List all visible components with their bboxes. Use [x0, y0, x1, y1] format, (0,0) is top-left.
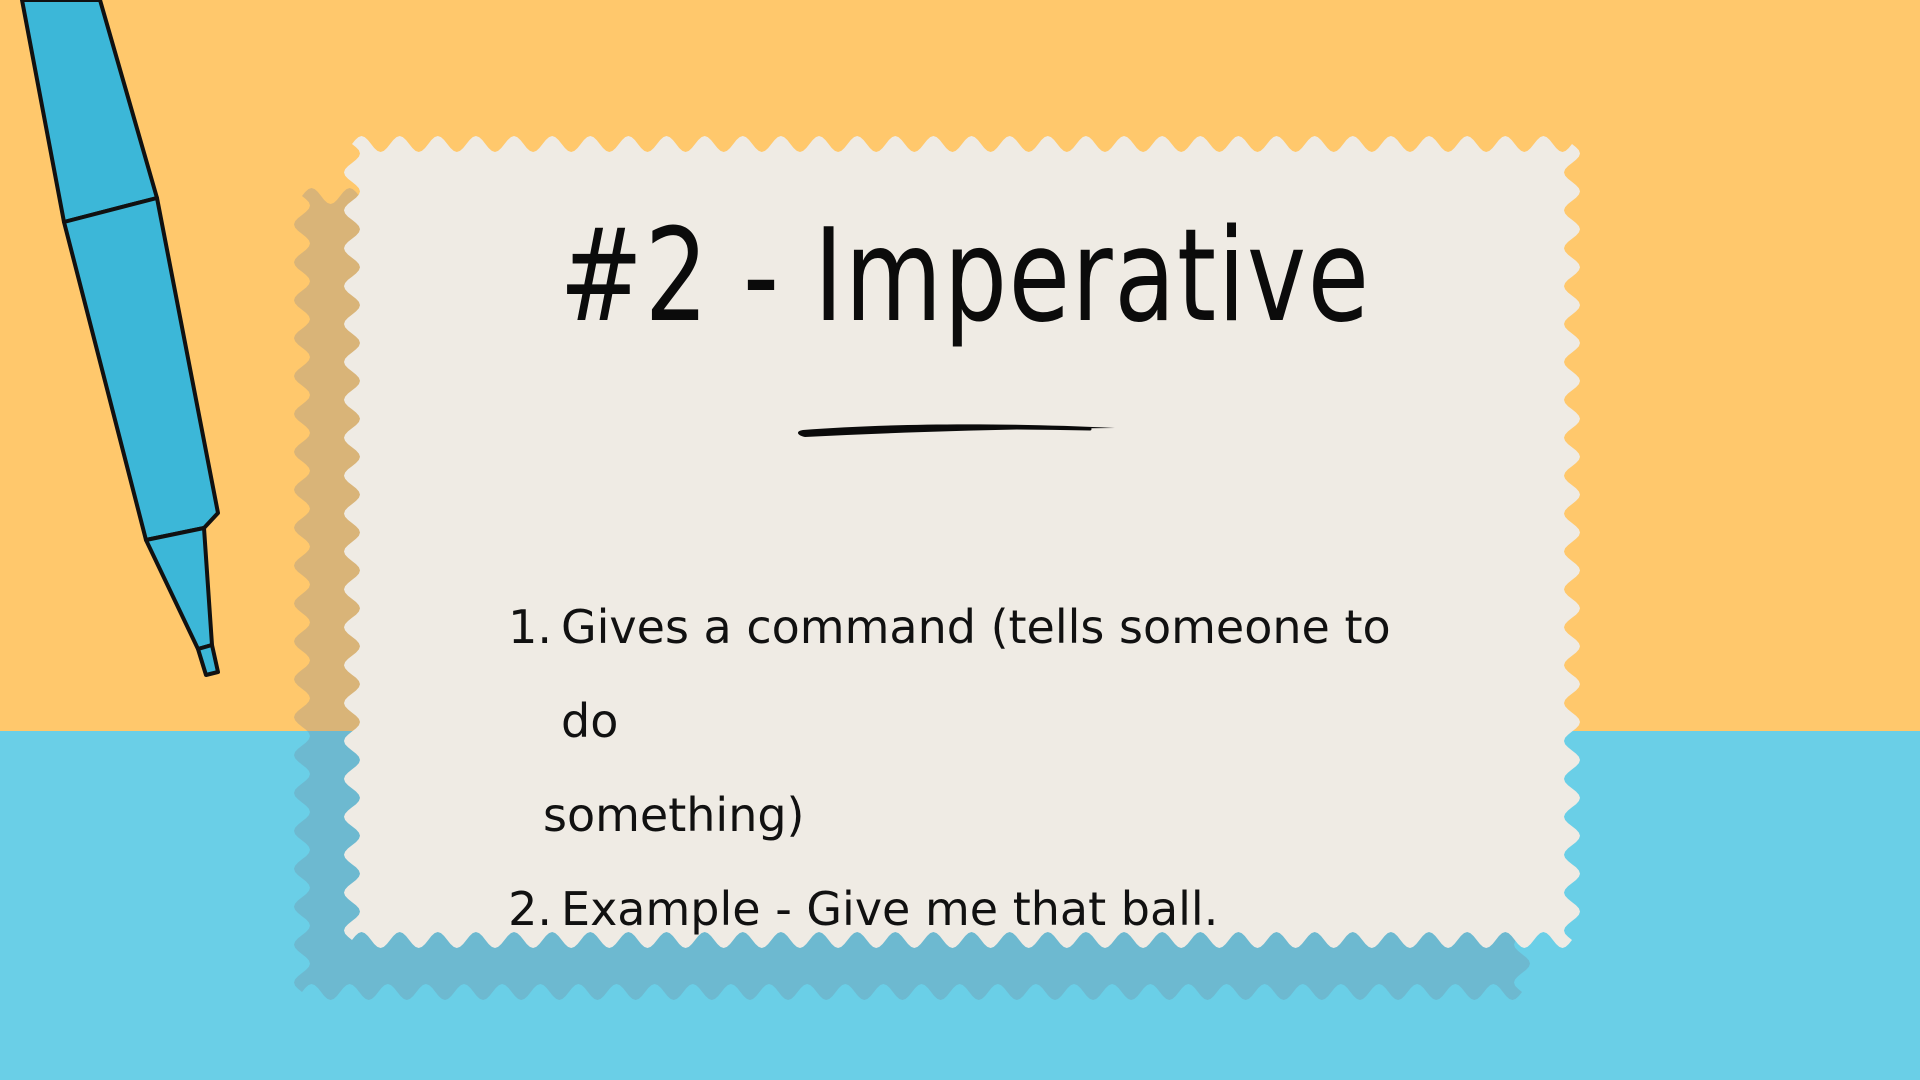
slide: #2 - Imperative 1. Gives a command (tell… — [0, 0, 1920, 1080]
brush-underline — [797, 424, 1115, 437]
